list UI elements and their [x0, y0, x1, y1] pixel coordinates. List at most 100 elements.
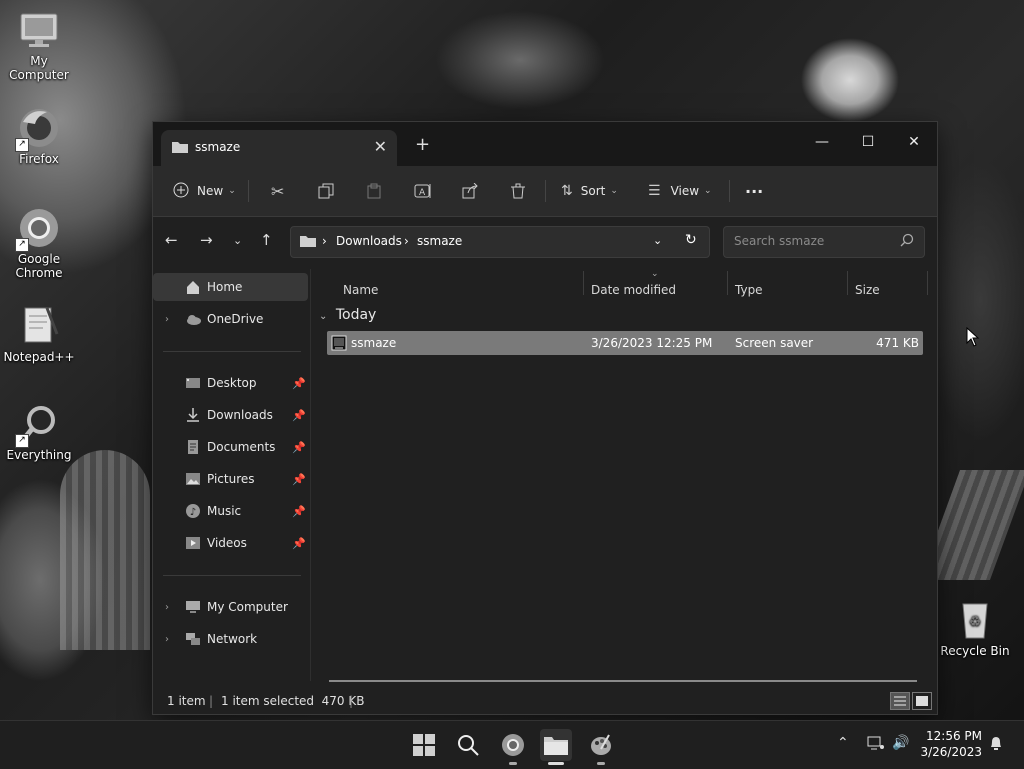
chevron-right-icon[interactable]: ›	[165, 602, 169, 613]
video-icon	[185, 535, 201, 551]
desktop-icon-my-computer[interactable]: My Computer	[1, 8, 77, 82]
wallpaper-decoration	[60, 450, 150, 650]
folder-icon	[299, 234, 317, 251]
view-label: View	[670, 184, 700, 198]
sidebar-item-music[interactable]: ♪ Music 📌	[153, 497, 308, 525]
column-header-name[interactable]: Name	[343, 283, 378, 297]
tray-overflow-chevron-icon[interactable]: ⌃	[837, 735, 849, 751]
scissors-icon: ✂	[271, 181, 285, 201]
breadcrumb-separator-icon: ›	[322, 234, 327, 248]
column-divider[interactable]	[927, 271, 928, 295]
search-box[interactable]	[723, 226, 925, 258]
sidebar-item-downloads[interactable]: Downloads 📌	[153, 401, 308, 429]
running-indicator	[597, 762, 605, 765]
volume-icon[interactable]: 🔊	[892, 735, 909, 751]
file-explorer-window[interactable]: ssmaze ✕ + — ☐ ✕ New ⌄ ✂ A ⇅ Sort ⌄ ☰ Vi…	[152, 121, 938, 715]
paste-button[interactable]	[366, 178, 382, 204]
minimize-button[interactable]: —	[799, 128, 845, 156]
breadcrumb-separator-icon: ›	[404, 234, 409, 248]
desktop-icon-everything[interactable]: ↗ Everything	[1, 402, 77, 462]
desktop-icon-label: Google Chrome	[15, 252, 63, 280]
cut-button[interactable]: ✂	[271, 178, 284, 204]
taskbar-search-button[interactable]	[452, 729, 484, 761]
address-dropdown-chevron-icon[interactable]: ⌄	[653, 234, 662, 247]
tab-close-icon[interactable]: ✕	[374, 137, 387, 156]
home-icon	[185, 279, 201, 295]
back-arrow-icon[interactable]: ←	[165, 231, 178, 249]
breadcrumb-ssmaze[interactable]: ssmaze	[417, 234, 462, 248]
chevron-right-icon[interactable]: ›	[165, 314, 169, 325]
desktop-icon-recycle-bin[interactable]: ♻ Recycle Bin	[937, 598, 1013, 658]
sidebar-item-videos[interactable]: Videos 📌	[153, 529, 308, 557]
column-divider[interactable]	[727, 271, 728, 295]
chevron-down-icon: ⌄	[610, 186, 618, 196]
details-view-toggle-icon[interactable]	[890, 692, 910, 710]
close-button[interactable]: ✕	[891, 128, 937, 156]
notifications-icon[interactable]	[988, 735, 1004, 755]
horizontal-scrollbar[interactable]	[329, 680, 917, 682]
recent-locations-chevron-icon[interactable]: ⌄	[233, 234, 242, 247]
notepadpp-icon	[17, 304, 61, 348]
refresh-icon[interactable]: ↻	[685, 232, 697, 248]
breadcrumb-downloads[interactable]: Downloads	[336, 234, 402, 248]
sidebar-item-label: Network	[207, 632, 258, 646]
desktop-icon-firefox[interactable]: ↗ Firefox	[1, 106, 77, 166]
more-options-button[interactable]: ···	[745, 178, 763, 204]
column-header-date-modified[interactable]: Date modified	[591, 283, 676, 297]
sidebar-item-documents[interactable]: Documents 📌	[153, 433, 308, 461]
network-status-icon[interactable]	[867, 735, 885, 755]
sidebar-item-home[interactable]: Home	[153, 273, 308, 301]
desktop-icon-google-chrome[interactable]: ↗ Google Chrome	[1, 206, 77, 280]
file-list[interactable]: Name ⌄ Date modified Type Size ⌄ Today s…	[311, 269, 937, 682]
system-clock[interactable]: 12:56 PM 3/26/2023	[920, 728, 982, 760]
svg-text:♪: ♪	[190, 507, 196, 518]
firefox-icon: ↗	[15, 106, 61, 152]
chevron-right-icon[interactable]: ›	[165, 634, 169, 645]
column-header-size[interactable]: Size	[855, 283, 880, 297]
group-label: Today	[335, 307, 377, 323]
sidebar-item-my-computer[interactable]: › My Computer	[153, 593, 308, 621]
sidebar-item-network[interactable]: › Network	[153, 625, 308, 653]
search-icon	[900, 233, 914, 250]
cloud-icon	[185, 311, 201, 327]
sort-button[interactable]: ⇅ Sort ⌄	[561, 178, 618, 204]
maximize-button[interactable]: ☐	[845, 128, 891, 156]
desktop-icon-notepadpp[interactable]: Notepad++	[1, 304, 77, 364]
start-button[interactable]	[408, 729, 440, 761]
column-divider[interactable]	[583, 271, 584, 295]
table-row[interactable]: ssmaze 3/26/2023 12:25 PM Screen saver 4…	[327, 331, 923, 355]
new-tab-button[interactable]: +	[415, 134, 430, 155]
toolbar-divider	[545, 180, 546, 202]
mouse-cursor-icon	[966, 326, 980, 350]
copy-button[interactable]	[318, 178, 334, 204]
column-header-type[interactable]: Type	[735, 283, 763, 297]
sidebar-item-onedrive[interactable]: › OneDrive	[153, 305, 308, 333]
sidebar-item-pictures[interactable]: Pictures 📌	[153, 465, 308, 493]
group-header-today[interactable]: ⌄ Today	[319, 307, 376, 323]
file-size: 471 KB	[876, 336, 919, 350]
view-list-icon: ☰	[648, 183, 661, 199]
status-bar: 1 item | 1 item selected 470 KB |	[153, 687, 937, 713]
toolbar-divider	[729, 180, 730, 202]
sidebar-item-label: Downloads	[207, 408, 273, 422]
title-bar[interactable]: ssmaze ✕ + — ☐ ✕	[153, 122, 937, 166]
sidebar-item-label: Videos	[207, 536, 247, 550]
search-input[interactable]	[732, 233, 896, 249]
taskbar-paint[interactable]	[585, 729, 617, 765]
tab-ssmaze[interactable]: ssmaze ✕	[161, 130, 397, 166]
new-button[interactable]: New ⌄	[173, 178, 236, 204]
address-bar[interactable]: › Downloads › ssmaze ⌄ ↻	[290, 226, 710, 258]
share-button[interactable]	[462, 178, 478, 204]
up-arrow-icon[interactable]: ↑	[260, 231, 273, 249]
running-indicator	[548, 762, 564, 765]
delete-button[interactable]	[510, 178, 526, 204]
view-button[interactable]: ☰ View ⌄	[648, 178, 712, 204]
forward-arrow-icon[interactable]: →	[200, 231, 213, 249]
rename-button[interactable]: A	[414, 178, 432, 204]
taskbar-chrome[interactable]	[497, 729, 529, 765]
shortcut-arrow-icon: ↗	[15, 138, 29, 152]
column-divider[interactable]	[847, 271, 848, 295]
taskbar-file-explorer[interactable]	[540, 729, 572, 765]
tiles-view-toggle-icon[interactable]	[912, 692, 932, 710]
sidebar-item-desktop[interactable]: Desktop 📌	[153, 369, 308, 397]
